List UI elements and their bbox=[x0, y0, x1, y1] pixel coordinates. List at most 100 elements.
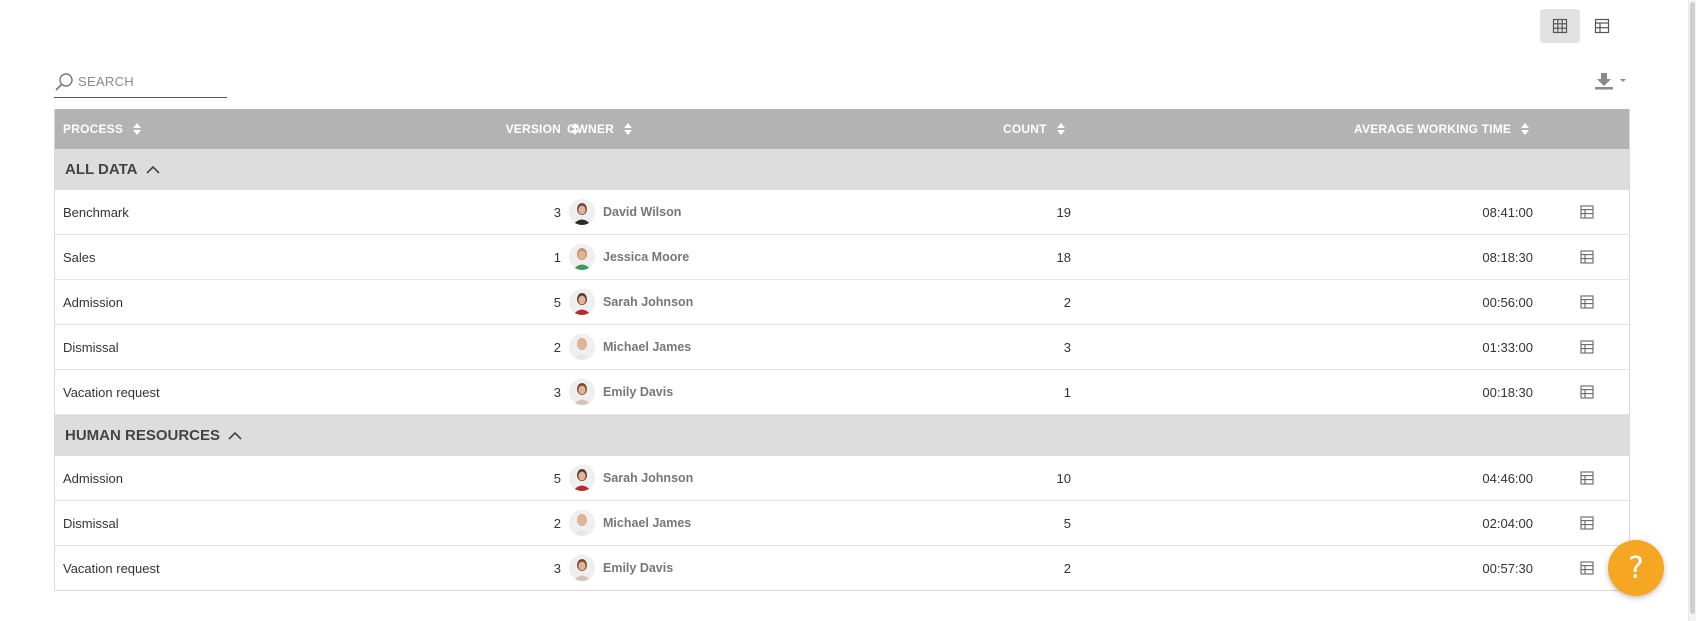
chevron-up-icon[interactable] bbox=[145, 165, 160, 174]
row-details-button[interactable] bbox=[1579, 501, 1595, 545]
cell-avg-working-time: 00:18:30 bbox=[1482, 370, 1533, 414]
cell-count: 2 bbox=[1064, 280, 1071, 324]
version-value: 3 bbox=[553, 384, 561, 400]
avg-working-time-value: 00:56:00 bbox=[1482, 294, 1533, 310]
avg-working-time-value: 08:41:00 bbox=[1482, 204, 1533, 220]
owner-name: Jessica Moore bbox=[603, 250, 690, 264]
cell-owner: Emily Davis bbox=[569, 370, 673, 414]
download-icon bbox=[1595, 73, 1613, 90]
cell-owner: Emily Davis bbox=[569, 546, 673, 590]
cell-avg-working-time: 00:57:30 bbox=[1482, 546, 1533, 590]
cell-count: 10 bbox=[1057, 456, 1071, 500]
table-row[interactable]: Vacation request 3 Emily Davis 2 00:57:30 bbox=[55, 546, 1629, 591]
group-label: ALL DATA bbox=[65, 161, 138, 178]
cell-owner: Michael James bbox=[569, 325, 691, 369]
count-value: 3 bbox=[1063, 339, 1071, 355]
table-view-icon bbox=[1594, 18, 1610, 34]
owner-name: Emily Davis bbox=[603, 385, 674, 399]
column-header-process[interactable]: PROCESS bbox=[63, 109, 142, 149]
column-header-avg-working-time[interactable]: AVERAGE WORKING TIME bbox=[1354, 109, 1530, 149]
table-row[interactable]: Dismissal 2 Michael James 3 01:33:00 bbox=[55, 325, 1629, 370]
group-row[interactable]: ALL DATA bbox=[55, 149, 1629, 190]
column-header-label: OWNER bbox=[567, 122, 614, 136]
grid-view-button[interactable] bbox=[1540, 9, 1580, 43]
table-row[interactable]: Admission 5 Sarah Johnson 2 00:56:00 bbox=[55, 280, 1629, 325]
cell-avg-working-time: 02:04:00 bbox=[1482, 501, 1533, 545]
cell-owner: Sarah Johnson bbox=[569, 456, 693, 500]
column-header-version[interactable]: VERSION bbox=[505, 109, 579, 149]
count-value: 2 bbox=[1063, 294, 1071, 310]
sort-icon bbox=[1056, 123, 1065, 135]
table-icon bbox=[1580, 340, 1594, 354]
row-details-button[interactable] bbox=[1579, 190, 1595, 234]
table-row[interactable]: Benchmark 3 David Wilson 19 08:41:00 bbox=[55, 190, 1629, 235]
help-button[interactable]: ? bbox=[1608, 540, 1664, 596]
avatar bbox=[569, 510, 595, 536]
owner-name: David Wilson bbox=[603, 205, 682, 219]
table-view-button[interactable] bbox=[1582, 9, 1622, 43]
cell-owner: David Wilson bbox=[569, 190, 681, 234]
sort-icon bbox=[133, 123, 142, 135]
count-value: 10 bbox=[1056, 470, 1071, 486]
avatar bbox=[569, 379, 595, 405]
column-header-label: AVERAGE WORKING TIME bbox=[1354, 122, 1512, 136]
owner-name: Sarah Johnson bbox=[603, 471, 694, 485]
view-toggle-group bbox=[1540, 9, 1622, 43]
avatar bbox=[569, 555, 595, 581]
owner-name: Michael James bbox=[603, 516, 692, 530]
avatar bbox=[569, 334, 595, 360]
cell-process: Admission bbox=[63, 456, 123, 500]
process-name: Vacation request bbox=[63, 560, 160, 576]
cell-version: 3 bbox=[554, 370, 561, 414]
scrollbar-thumb[interactable] bbox=[1690, 2, 1695, 614]
table-icon bbox=[1580, 561, 1594, 575]
version-value: 1 bbox=[553, 249, 561, 265]
process-name: Admission bbox=[63, 470, 123, 486]
download-button[interactable] bbox=[1594, 70, 1630, 92]
process-name: Dismissal bbox=[63, 339, 119, 355]
table-row[interactable]: Sales 1 Jessica Moore 18 08:18:30 bbox=[55, 235, 1629, 280]
version-value: 2 bbox=[553, 339, 561, 355]
table-icon bbox=[1580, 205, 1594, 219]
cell-version: 3 bbox=[554, 546, 561, 590]
row-details-button[interactable] bbox=[1579, 370, 1595, 414]
row-details-button[interactable] bbox=[1579, 235, 1595, 279]
table-row[interactable]: Vacation request 3 Emily Davis 1 00:18:30 bbox=[55, 370, 1629, 415]
owner-name: Sarah Johnson bbox=[603, 295, 694, 309]
count-value: 1 bbox=[1063, 384, 1071, 400]
process-name: Dismissal bbox=[63, 515, 119, 531]
cell-version: 2 bbox=[554, 325, 561, 369]
group-row[interactable]: HUMAN RESOURCES bbox=[55, 415, 1629, 456]
row-details-button[interactable] bbox=[1579, 546, 1595, 590]
avatar bbox=[569, 465, 595, 491]
cell-owner: Sarah Johnson bbox=[569, 280, 693, 324]
cell-process: Dismissal bbox=[63, 501, 119, 545]
column-header-label: VERSION bbox=[505, 122, 561, 136]
row-details-button[interactable] bbox=[1579, 280, 1595, 324]
cell-version: 2 bbox=[554, 501, 561, 545]
cell-process: Dismissal bbox=[63, 325, 119, 369]
grid-view-icon bbox=[1552, 18, 1568, 34]
cell-version: 5 bbox=[554, 456, 561, 500]
column-header-count[interactable]: COUNT bbox=[1003, 109, 1065, 149]
table-header: PROCESS VERSION OWNER COUNT AVERAGE WORK… bbox=[55, 109, 1629, 149]
cell-avg-working-time: 08:18:30 bbox=[1482, 235, 1533, 279]
search-input[interactable] bbox=[78, 74, 218, 89]
cell-process: Benchmark bbox=[63, 190, 129, 234]
avg-working-time-value: 02:04:00 bbox=[1482, 515, 1533, 531]
scrollbar[interactable] bbox=[1688, 0, 1696, 621]
row-details-button[interactable] bbox=[1579, 456, 1595, 500]
cell-count: 18 bbox=[1057, 235, 1071, 279]
cell-count: 2 bbox=[1064, 546, 1071, 590]
table-icon bbox=[1580, 295, 1594, 309]
cell-count: 19 bbox=[1057, 190, 1071, 234]
table-row[interactable]: Dismissal 2 Michael James 5 02:04:00 bbox=[55, 501, 1629, 546]
column-header-owner[interactable]: OWNER bbox=[567, 109, 632, 149]
chevron-up-icon[interactable] bbox=[228, 431, 242, 440]
cell-avg-working-time: 08:41:00 bbox=[1482, 190, 1533, 234]
cell-avg-working-time: 04:46:00 bbox=[1482, 456, 1533, 500]
table-body: ALL DATA Benchmark 3 David Wilson 19 08:41:00… bbox=[55, 149, 1629, 591]
row-details-button[interactable] bbox=[1579, 325, 1595, 369]
avg-working-time-value: 00:18:30 bbox=[1482, 384, 1533, 400]
table-row[interactable]: Admission 5 Sarah Johnson 10 04:46:00 bbox=[55, 456, 1629, 501]
